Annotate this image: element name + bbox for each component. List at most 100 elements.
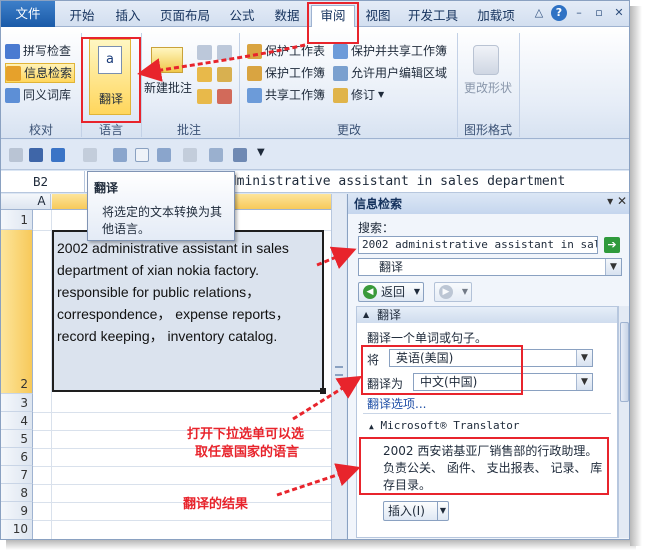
- protect-sheet-button[interactable]: 保护工作表: [247, 41, 325, 61]
- form-icon[interactable]: [209, 148, 223, 162]
- pane-menu-icon[interactable]: ▾: [607, 194, 613, 208]
- result-annotation: 翻译的结果: [183, 497, 249, 512]
- row-header[interactable]: 7: [1, 466, 33, 484]
- row-header[interactable]: 4: [1, 412, 33, 430]
- forward-button[interactable]: ▶ ▼: [434, 282, 472, 302]
- tooltip-body: 将选定的文本转换为其他语言。: [102, 205, 223, 236]
- tab-developer[interactable]: 开发工具: [403, 6, 463, 26]
- collapse-icon: ▲: [363, 310, 370, 319]
- previous-comment-icon[interactable]: [197, 45, 212, 60]
- scrollbar-thumb[interactable]: [620, 322, 629, 402]
- research-icon: [6, 65, 21, 81]
- tab-view[interactable]: 视图: [361, 6, 395, 26]
- chevron-down-icon: ▼: [576, 374, 592, 390]
- row-header[interactable]: 6: [1, 448, 33, 466]
- research-pane: 信息检索 ▾ ✕ 搜索： 2002 administrative assista…: [347, 194, 629, 539]
- close-icon[interactable]: ✕: [611, 5, 627, 21]
- redo-icon[interactable]: [83, 148, 97, 162]
- translation-result: 2002 西安诺基亚厂销售部的行政助理。 负责公关、 函件、 支出报表、 记录、…: [383, 443, 602, 494]
- allow-edit-ranges-button[interactable]: 允许用户编辑区域: [333, 63, 447, 83]
- pane-scrollbar[interactable]: [618, 306, 629, 538]
- row-header[interactable]: 2: [1, 230, 33, 394]
- tab-page-layout[interactable]: 页面布局: [155, 6, 215, 26]
- sheet-vertical-scrollbar[interactable]: [331, 194, 346, 539]
- forward-arrow-icon: ▶: [439, 285, 453, 299]
- translation-options-link[interactable]: 翻译选项...: [367, 395, 426, 412]
- back-button[interactable]: ◀ 返回 ▼: [358, 282, 424, 302]
- tab-formulas[interactable]: 公式: [225, 6, 259, 26]
- new-comment-button[interactable]: 新建批注: [141, 79, 195, 96]
- row-header[interactable]: 3: [1, 394, 33, 412]
- spell-check-button[interactable]: 拼写检查: [5, 41, 71, 61]
- cell-text-line: correspondence， expense reports，: [57, 306, 290, 322]
- name-box[interactable]: B2: [1, 171, 85, 192]
- formula-input[interactable]: administrative assistant in sales depart…: [221, 171, 565, 192]
- next-comment-icon[interactable]: [217, 45, 232, 60]
- insert-button[interactable]: 插入(I) ▼: [383, 501, 449, 521]
- translate-tooltip: 翻译 将选定的文本转换为其他语言。: [87, 171, 235, 241]
- cell-text-line: responsible for public relations，: [57, 284, 261, 300]
- review-tab-highlight-box: [307, 2, 359, 44]
- delete-comment-icon[interactable]: [217, 89, 232, 104]
- minimize-ribbon-icon[interactable]: △: [531, 5, 547, 21]
- research-button[interactable]: 信息检索: [5, 63, 76, 83]
- cell-b2[interactable]: 2002 administrative assistant in sales d…: [52, 230, 324, 392]
- spelling-icon[interactable]: [157, 148, 171, 162]
- chevron-down-icon: ▼: [378, 90, 385, 99]
- share-workbook-button[interactable]: 共享工作簿: [247, 85, 325, 105]
- window-controls: △ ? – ▫ ✕: [531, 5, 627, 21]
- search-label: 搜索：: [358, 221, 395, 235]
- language-select-highlight-box: [361, 345, 523, 395]
- pane-close-icon[interactable]: ✕: [617, 194, 627, 208]
- results-header[interactable]: ▲ 翻译: [357, 307, 617, 323]
- show-ink-icon[interactable]: [197, 89, 212, 104]
- translate-instruction: 翻译一个单词或句子。: [367, 331, 488, 345]
- row-header[interactable]: 9: [1, 502, 33, 520]
- provider-header[interactable]: ▲ Microsoft® Translator: [369, 419, 520, 432]
- thesaurus-button[interactable]: 同义词库: [5, 85, 71, 105]
- minimize-icon[interactable]: –: [571, 5, 587, 21]
- save-icon[interactable]: [29, 148, 43, 162]
- shape-icon[interactable]: [183, 148, 197, 162]
- change-shape-button[interactable]: 更改形状: [459, 79, 517, 96]
- splitter-icon[interactable]: [335, 366, 343, 376]
- pane-controls: ▾ ✕: [607, 194, 627, 208]
- group-separator: [239, 33, 240, 137]
- group-label-changes: 更改: [336, 123, 361, 137]
- fill-handle[interactable]: [320, 388, 326, 394]
- new-icon[interactable]: [135, 148, 149, 162]
- row-header[interactable]: 10: [1, 520, 33, 539]
- row-header[interactable]: 8: [1, 484, 33, 502]
- tab-file[interactable]: 文件: [1, 1, 55, 27]
- show-all-comments-icon[interactable]: [217, 67, 232, 82]
- service-select[interactable]: 翻译 ▼: [358, 258, 622, 276]
- divider: [363, 413, 611, 414]
- tab-addins[interactable]: 加载项: [471, 6, 521, 26]
- show-comment-icon[interactable]: [197, 67, 212, 82]
- row-header[interactable]: 5: [1, 430, 33, 448]
- search-input[interactable]: 2002 administrative assistant in sales d…: [358, 236, 598, 254]
- restore-icon[interactable]: ▫: [591, 5, 607, 21]
- protect-share-icon: [333, 43, 348, 59]
- protect-workbook-button[interactable]: 保护工作簿: [247, 63, 325, 83]
- start-search-icon[interactable]: ➔: [604, 237, 620, 253]
- row-header[interactable]: 1: [1, 210, 33, 230]
- grid-line: [33, 412, 331, 413]
- tab-insert[interactable]: 插入: [111, 6, 145, 26]
- customize-toolbar-icon[interactable]: ▼: [257, 147, 265, 158]
- protect-workbook-icon: [247, 65, 262, 81]
- thesaurus-icon: [5, 87, 20, 103]
- protect-share-workbook-button[interactable]: 保护并共享工作簿: [333, 41, 447, 61]
- tab-home[interactable]: 开始: [63, 6, 101, 26]
- tab-data[interactable]: 数据: [269, 6, 305, 26]
- group-label-proofing: 校对: [28, 123, 53, 137]
- print-preview-icon[interactable]: [113, 148, 127, 162]
- help-icon[interactable]: ?: [551, 5, 567, 21]
- column-header-a[interactable]: A: [33, 194, 51, 209]
- undo-icon[interactable]: [51, 148, 65, 162]
- group-label-ink: 图形格式: [463, 123, 512, 137]
- printer-icon[interactable]: [233, 148, 247, 162]
- track-changes-button[interactable]: 修订 ▼: [333, 85, 384, 105]
- chevron-down-icon: ▼: [605, 259, 621, 275]
- protect-sheet-icon: [247, 43, 262, 59]
